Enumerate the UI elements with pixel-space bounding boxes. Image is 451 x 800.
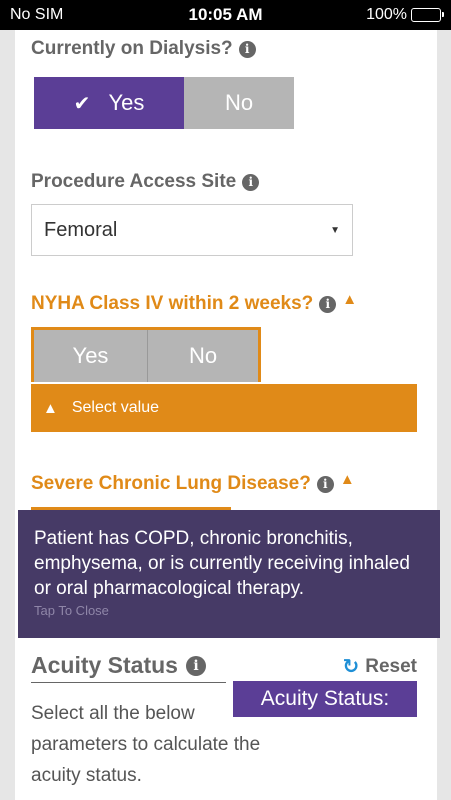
info-icon[interactable]: i xyxy=(316,475,334,493)
lung-label: Severe Chronic Lung Disease? i ▲ xyxy=(31,470,355,495)
dialysis-label-text: Currently on Dialysis? xyxy=(31,38,233,59)
access-site-label: Procedure Access Site i xyxy=(31,171,260,193)
acuity-title: Acuity Status i xyxy=(31,652,206,679)
acuity-instruction: Select all the below parameters to calcu… xyxy=(31,703,261,786)
check-icon: ✔ xyxy=(73,92,91,115)
info-icon[interactable]: i xyxy=(242,173,260,191)
nyha-yes-label: Yes xyxy=(72,343,109,368)
acuity-title-text: Acuity Status xyxy=(31,652,178,678)
access-site-label-text: Procedure Access Site xyxy=(31,171,237,192)
battery-icon xyxy=(411,8,444,22)
warning-icon: ▲ xyxy=(342,290,358,308)
tooltip-close[interactable]: Tap To Close xyxy=(34,603,424,618)
dialysis-no-button[interactable]: No xyxy=(184,77,294,129)
form-page: Currently on Dialysis? i ✔ Yes No Proced… xyxy=(15,30,437,800)
caret-down-icon: ▼ xyxy=(330,224,340,236)
tooltip-text: Patient has COPD, chronic bronchitis, em… xyxy=(34,528,410,599)
validation-error: ▲ Select value xyxy=(31,384,417,432)
nyha-label-text: NYHA Class IV within 2 weeks? xyxy=(31,293,314,314)
nyha-no-label: No xyxy=(188,343,218,368)
battery-status: 100% xyxy=(366,6,444,24)
error-text: Select value xyxy=(71,399,160,416)
carrier-label: No SIM xyxy=(10,6,64,23)
battery-percent: 100% xyxy=(366,6,407,23)
access-site-value: Femoral xyxy=(44,218,118,241)
divider xyxy=(31,682,226,683)
info-tooltip[interactable]: Patient has COPD, chronic bronchitis, em… xyxy=(18,510,440,638)
info-icon[interactable]: i xyxy=(238,40,256,58)
warning-icon: ▲ xyxy=(339,470,355,488)
nyha-toggle: Yes No xyxy=(31,327,261,382)
nyha-no-button[interactable]: No xyxy=(148,330,258,382)
dialysis-yes-label: Yes xyxy=(108,90,145,115)
nyha-label: NYHA Class IV within 2 weeks? i ▲ xyxy=(31,290,358,315)
dialysis-toggle: ✔ Yes No xyxy=(34,77,294,129)
nyha-yes-button[interactable]: Yes xyxy=(34,330,148,382)
lung-label-text: Severe Chronic Lung Disease? xyxy=(31,473,311,494)
info-icon[interactable]: i xyxy=(319,295,337,313)
dialysis-yes-button[interactable]: ✔ Yes xyxy=(34,77,184,129)
info-icon[interactable]: i xyxy=(185,655,206,676)
access-site-select[interactable]: Femoral ▼ xyxy=(31,204,353,256)
dialysis-no-label: No xyxy=(224,90,254,115)
reset-button[interactable]: ↻ Reset xyxy=(342,654,417,679)
dialysis-label: Currently on Dialysis? i xyxy=(31,38,256,60)
refresh-icon: ↻ xyxy=(342,656,360,678)
warning-icon: ▲ xyxy=(43,399,58,417)
reset-label: Reset xyxy=(365,655,417,677)
status-bar: No SIM 10:05 AM 100% xyxy=(0,0,451,30)
